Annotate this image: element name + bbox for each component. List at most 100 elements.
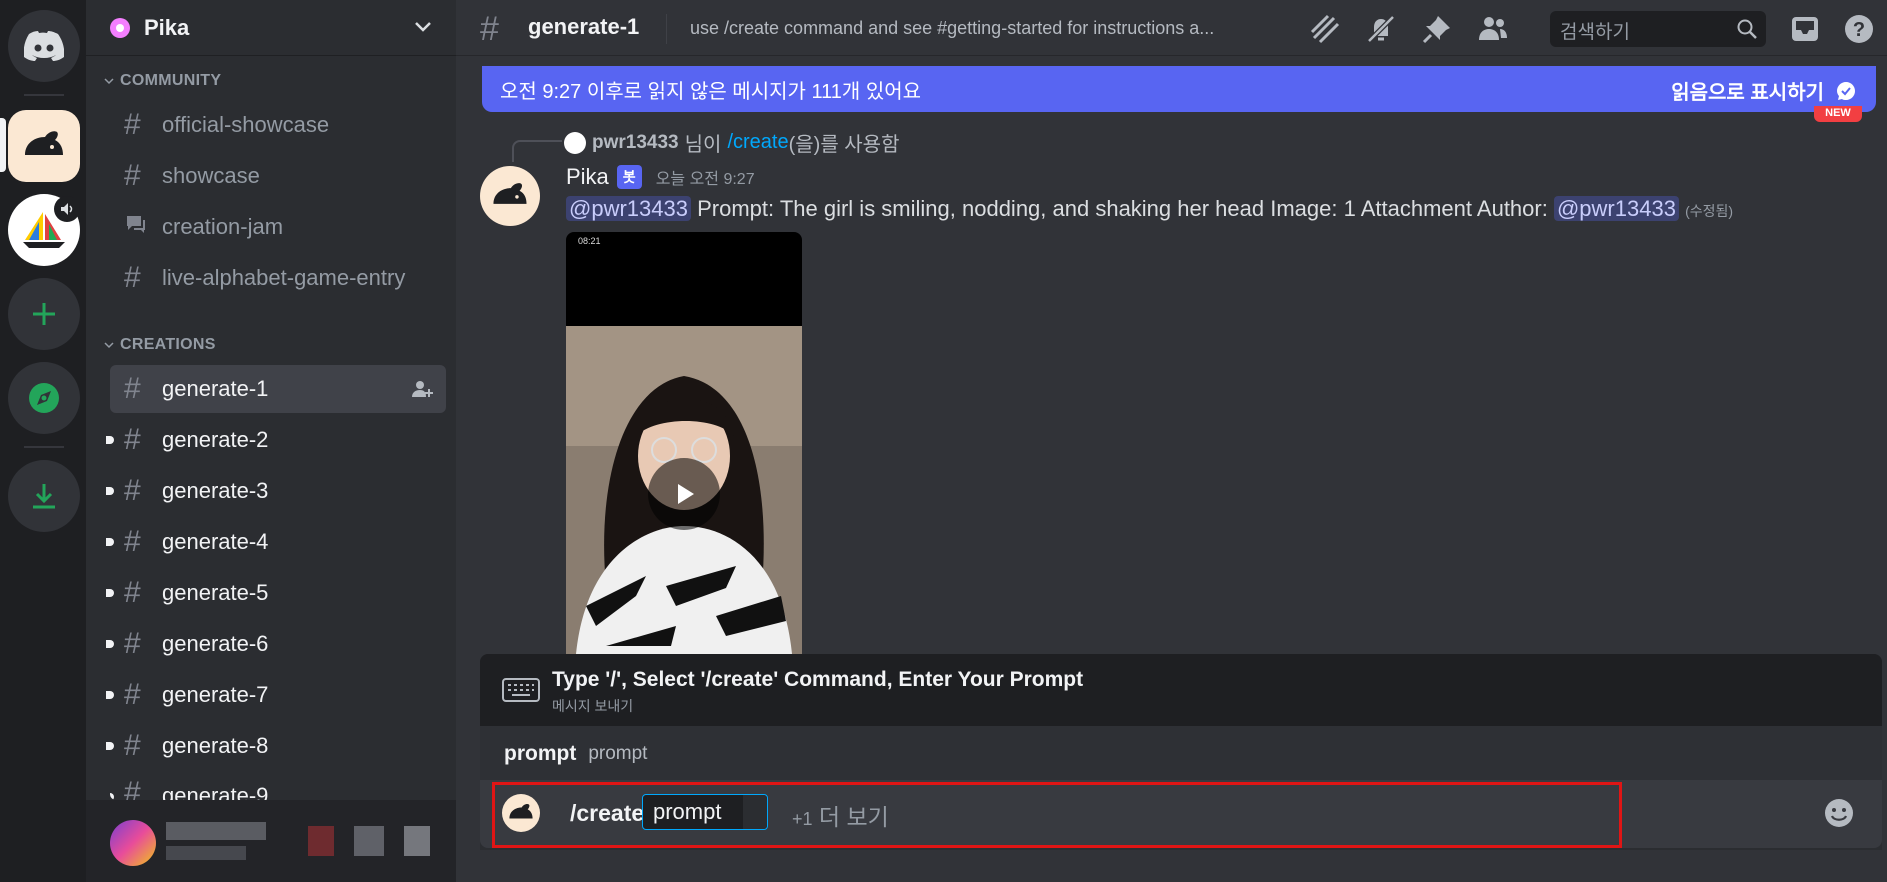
option-value-area[interactable] (743, 795, 767, 829)
channel-label: generate-8 (162, 733, 269, 758)
hash-icon: # (124, 423, 141, 456)
deafen-button[interactable] (354, 826, 384, 856)
unread-indicator (106, 436, 114, 444)
voice-speaker-icon (54, 196, 80, 222)
server-rail (0, 0, 86, 882)
message-header: Pika 봇 오늘 오전 9:27 (566, 164, 755, 190)
channel-generate-4[interactable]: # generate-4 (106, 518, 446, 566)
user-avatar[interactable] (110, 820, 156, 866)
pika-rabbit-icon (25, 131, 63, 155)
channel-generate-5[interactable]: # generate-5 (106, 569, 446, 617)
pika-rabbit-icon (509, 804, 533, 819)
play-button[interactable] (648, 458, 720, 530)
username-redacted (166, 822, 266, 840)
autocomplete-option-prompt[interactable]: prompt prompt (480, 726, 1882, 782)
prompt-option-input[interactable]: prompt (642, 794, 768, 830)
rail-separator (24, 446, 64, 448)
unread-indicator (106, 487, 114, 495)
mark-as-read-button[interactable]: 읽음으로 표시하기 (1671, 76, 1858, 105)
plus-icon (33, 303, 55, 325)
unread-indicator (106, 742, 114, 750)
user-panel (86, 800, 456, 882)
channel-showcase[interactable]: # showcase (110, 152, 446, 200)
download-apps-button[interactable] (8, 460, 80, 532)
category-community[interactable]: COMMUNITY (104, 72, 221, 90)
mute-button[interactable] (308, 826, 334, 856)
category-creations[interactable]: CREATIONS (104, 336, 216, 354)
message-text: Prompt: The girl is smiling, nodding, an… (697, 196, 1548, 221)
autocomplete-subtitle: 메시지 보내기 (552, 698, 634, 714)
search-placeholder: 검색하기 (1560, 22, 1630, 43)
create-invite-icon[interactable] (410, 377, 434, 401)
autocomplete-header: Type '/', Select '/create' Command, Ente… (480, 654, 1882, 726)
more-options[interactable]: +1 더 보기 (792, 798, 889, 832)
chevron-down-icon (104, 342, 114, 349)
channel-generate-1[interactable]: # generate-1 (110, 365, 446, 413)
channel-label: creation-jam (162, 214, 284, 239)
hash-icon: # (124, 627, 141, 660)
video-attachment[interactable]: 08:21 (566, 232, 802, 654)
channel-official-showcase[interactable]: # official-showcase (110, 101, 446, 149)
user-settings-button[interactable] (404, 826, 430, 856)
message-author[interactable]: Pika (566, 164, 609, 190)
server-header[interactable]: Pika (86, 0, 456, 56)
discord-logo-icon (24, 31, 64, 61)
channel-label: generate-7 (162, 682, 269, 707)
pin-icon[interactable] (1420, 12, 1454, 46)
emoji-picker-icon[interactable] (1822, 796, 1856, 830)
channel-generate-6[interactable]: # generate-6 (106, 620, 446, 668)
inbox-icon[interactable] (1788, 12, 1822, 46)
video-status-bar: 08:21 (578, 236, 601, 246)
hash-icon: # (124, 474, 141, 507)
active-server-pill (0, 118, 6, 172)
message-content: @pwr13433 Prompt: The girl is smiling, n… (566, 196, 1733, 222)
explore-servers-button[interactable] (8, 362, 80, 434)
threads-icon[interactable] (1308, 12, 1342, 46)
reply-command[interactable]: /create (727, 131, 788, 154)
mark-read-icon (1837, 81, 1855, 100)
unread-indicator (106, 691, 114, 699)
bot-avatar[interactable] (480, 166, 540, 226)
add-server-button[interactable] (8, 278, 80, 350)
channel-sidebar: Pika COMMUNITY # official-showcase # sho… (86, 0, 456, 882)
search-input[interactable]: 검색하기 (1550, 11, 1766, 47)
user-mention[interactable]: @pwr13433 (566, 196, 691, 221)
channel-generate-8[interactable]: # generate-8 (106, 722, 446, 770)
reply-text: 님이 (684, 134, 722, 156)
command-reply-header[interactable]: pwr13433 님이/create (을)를 사용함 (564, 128, 899, 157)
hash-icon: # (124, 678, 141, 711)
edited-label: (수정됨) (1685, 203, 1734, 219)
search-icon (1737, 19, 1757, 39)
hash-icon: # (124, 576, 141, 609)
member-list-icon[interactable] (1476, 12, 1510, 46)
message-composer[interactable]: /create prompt +1 더 보기 (480, 780, 1882, 848)
hash-icon: # (124, 108, 141, 141)
notification-muted-icon[interactable] (1364, 12, 1398, 46)
discord-home-button[interactable] (8, 10, 80, 82)
category-label: COMMUNITY (120, 72, 222, 89)
download-icon (33, 484, 55, 509)
channel-generate-7[interactable]: # generate-7 (106, 671, 446, 719)
chevron-down-icon (104, 78, 114, 85)
channel-creation-jam[interactable]: creation-jam (110, 203, 446, 251)
svg-text:?: ? (1853, 19, 1865, 41)
channel-generate-3[interactable]: # generate-3 (106, 467, 446, 515)
unread-banner[interactable]: 오전 9:27 이후로 읽지 않은 메시지가 111개 있어요 읽음으로 표시하… (482, 66, 1876, 112)
header-divider (666, 14, 667, 44)
channel-topic[interactable]: use /create command and see #getting-sta… (690, 18, 1290, 39)
message-timestamp: 오늘 오전 9:27 (655, 171, 755, 188)
help-icon[interactable]: ? (1842, 12, 1876, 46)
server-pika[interactable] (8, 110, 80, 182)
author-mention[interactable]: @pwr13433 (1553, 196, 1679, 221)
channel-live-alphabet-game-entry[interactable]: # live-alphabet-game-entry (110, 254, 446, 302)
channel-generate-2[interactable]: # generate-2 (106, 416, 446, 464)
unread-indicator (106, 589, 114, 597)
mark-as-read-label: 읽음으로 표시하기 (1671, 82, 1824, 104)
reply-username[interactable]: pwr13433 (592, 132, 679, 154)
channel-generate-9[interactable]: # generate-9 (110, 773, 446, 800)
unread-banner-text: 오전 9:27 이후로 읽지 않은 메시지가 111개 있어요 (500, 80, 922, 103)
chevron-down-icon[interactable] (412, 16, 434, 38)
command-app-icon (502, 794, 540, 832)
hash-icon: # (124, 261, 141, 294)
channel-label: official-showcase (162, 112, 330, 137)
